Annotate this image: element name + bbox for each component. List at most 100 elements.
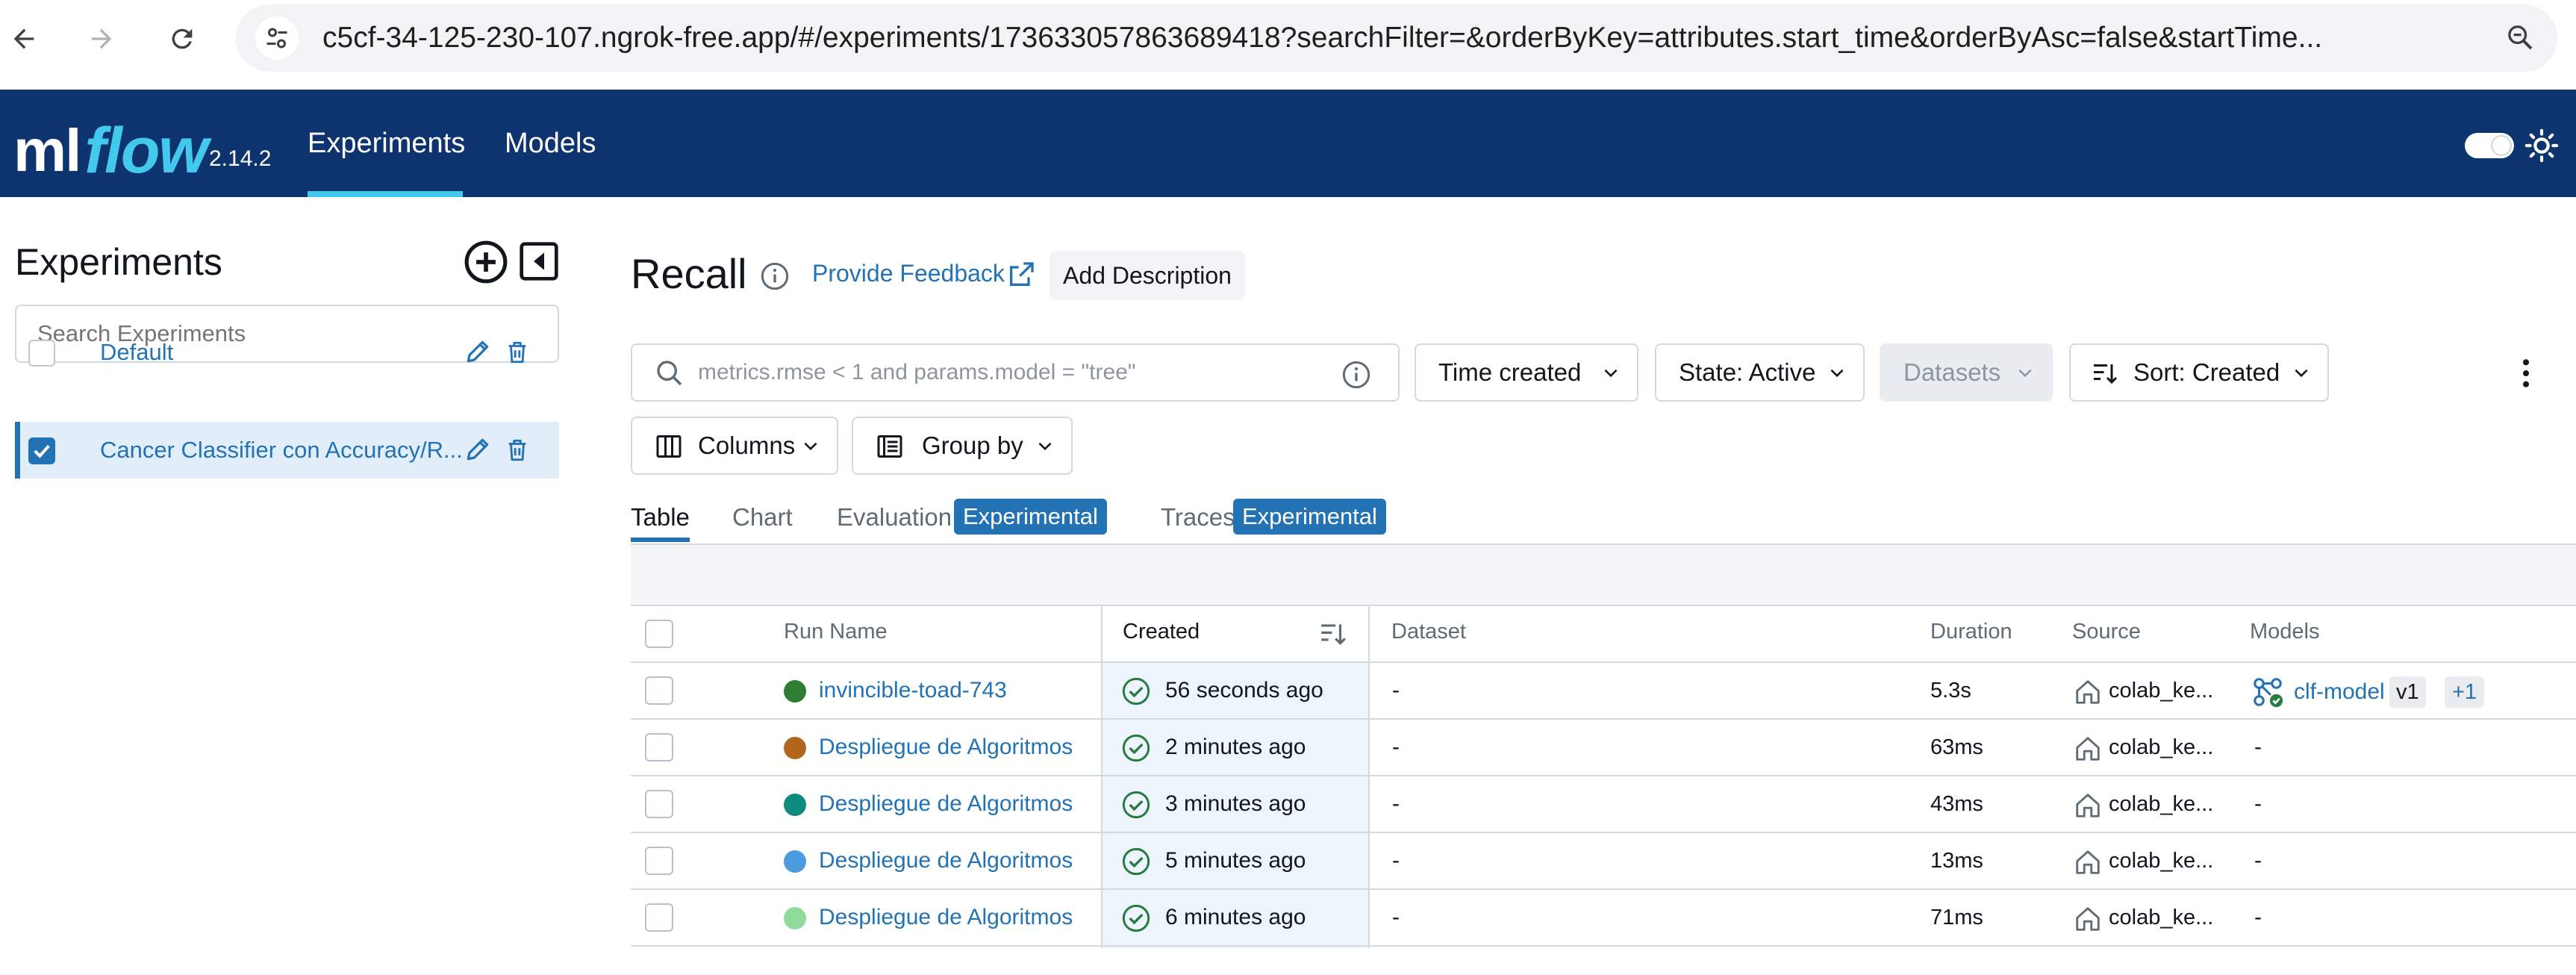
add-description-button[interactable]: Add Description [1050,251,1245,300]
info-icon[interactable] [760,261,790,291]
duration-value: 43ms [1930,792,1983,816]
table-row[interactable]: Despliegue de Algoritmos 6 minutes ago -… [631,890,2576,947]
table-row[interactable]: Despliegue de Algoritmos 3 minutes ago -… [631,776,2576,833]
create-experiment-icon[interactable] [463,239,509,285]
address-bar[interactable]: c5cf-34-125-230-107.ngrok-free.app/#/exp… [236,4,2557,72]
time-created-dropdown[interactable]: Time created [1415,343,1638,402]
group-by-label: Group by [922,432,1023,459]
created-time: 3 minutes ago [1165,791,1306,816]
info-icon[interactable] [1341,360,1371,390]
models-value: - [2254,735,2262,759]
experiment-item-default[interactable]: Default [15,324,559,381]
more-options-icon[interactable] [2513,357,2539,390]
source-value[interactable]: colab_ke... [2109,890,2213,945]
version-label: 2.14.2 [209,146,272,171]
row-checkbox[interactable] [645,790,673,818]
list-icon [877,435,902,458]
checkmark-icon [34,444,50,458]
column-header-source[interactable]: Source [2072,620,2141,644]
reload-button[interactable] [158,15,206,63]
column-header-dataset[interactable]: Dataset [1391,620,1466,644]
trash-icon[interactable] [505,437,530,464]
column-header-models[interactable]: Models [2250,620,2320,644]
run-name-link[interactable]: invincible-toad-743 [819,663,1007,718]
select-all-checkbox[interactable] [645,620,673,648]
row-checkbox[interactable] [645,676,673,705]
experiment-checkbox[interactable] [28,340,55,367]
dark-mode-toggle[interactable] [2465,133,2514,158]
table-row[interactable]: Despliegue de Algoritmos 5 minutes ago -… [631,833,2576,890]
models-value: - [2254,848,2262,873]
run-name-link[interactable]: Despliegue de Algoritmos [819,776,1073,832]
sort-dropdown[interactable]: Sort: Created [2069,343,2329,402]
notebook-source-icon [2076,850,2100,874]
check-circle-icon [1122,734,1150,762]
row-checkbox[interactable] [645,847,673,875]
sort-label: Sort: Created [2133,358,2280,386]
notebook-source-icon [2076,680,2100,704]
tab-traces[interactable]: Traces [1161,499,1235,541]
datasets-dropdown[interactable]: Datasets [1880,343,2053,402]
run-name-link[interactable]: Despliegue de Algoritmos [819,833,1073,888]
table-row[interactable]: Despliegue de Algoritmos 2 minutes ago -… [631,720,2576,776]
notebook-source-icon [2076,794,2100,817]
app-header: ml flow 2.14.2 Experiments Models [0,90,2576,197]
table-row[interactable]: invincible-toad-743 56 seconds ago - 5.3… [631,663,2576,720]
url-text[interactable]: c5cf-34-125-230-107.ngrok-free.app/#/exp… [322,4,2510,72]
run-search-input[interactable]: metrics.rmse < 1 and params.model = "tre… [631,343,1400,402]
source-value[interactable]: colab_ke... [2109,833,2213,888]
mlflow-logo[interactable]: ml flow [13,106,208,187]
nav-models[interactable]: Models [505,90,596,197]
trash-icon[interactable] [505,339,530,366]
source-value[interactable]: colab_ke... [2109,776,2213,832]
notebook-source-icon [2076,737,2100,761]
group-by-dropdown[interactable]: Group by [852,417,1073,475]
row-checkbox[interactable] [645,903,673,932]
tab-evaluation[interactable]: Evaluation [837,499,952,541]
external-link-icon[interactable] [1006,260,1036,290]
tab-table[interactable]: Table [631,499,690,542]
provide-feedback-link[interactable]: Provide Feedback [812,260,1005,287]
run-color-dot [784,680,806,703]
run-name-link[interactable]: Despliegue de Algoritmos [819,720,1073,775]
pencil-icon[interactable] [464,435,492,464]
column-header-run-name[interactable]: Run Name [784,620,888,644]
sort-descending-icon[interactable] [1318,620,1348,648]
run-color-dot [784,737,806,759]
row-checkbox[interactable] [645,733,673,761]
tune-icon [266,28,287,49]
experimental-badge: Experimental [1233,499,1386,535]
site-settings-button[interactable] [255,16,299,60]
pencil-icon[interactable] [464,337,492,366]
collapse-sidebar-icon[interactable] [518,240,560,282]
run-color-dot [784,850,806,873]
columns-icon [656,435,682,458]
experiment-item-cancer-classifier[interactable]: Cancer Classifier con Accuracy/R... [15,422,559,479]
more-models-tag[interactable]: +1 [2445,676,2485,708]
forward-button[interactable] [78,15,125,63]
sun-icon[interactable] [2524,128,2559,163]
experiment-checkbox[interactable] [28,437,55,464]
arrow-right-icon [91,28,112,49]
duration-value: 71ms [1930,906,1983,929]
zoom-button[interactable] [2498,15,2542,60]
dataset-value: - [1392,678,1400,703]
duration-value: 5.3s [1930,679,1971,703]
page-title: Recall [631,250,747,297]
column-header-duration[interactable]: Duration [1930,620,2012,644]
chevron-down-icon [1830,369,1844,378]
run-name-link[interactable]: Despliegue de Algoritmos [819,890,1073,945]
columns-dropdown[interactable]: Columns [631,417,838,475]
experiment-name[interactable]: Default [100,324,473,381]
nav-experiments[interactable]: Experiments [308,90,465,197]
tab-chart[interactable]: Chart [732,499,793,541]
logo-flow: flow [84,115,208,187]
model-icon [2254,678,2283,708]
model-link[interactable]: clf-model [2294,663,2385,721]
experiment-name[interactable]: Cancer Classifier con Accuracy/R... [100,422,473,479]
source-value[interactable]: colab_ke... [2109,720,2213,775]
back-button[interactable] [0,15,48,63]
state-dropdown[interactable]: State: Active [1655,343,1865,402]
source-value[interactable]: colab_ke... [2109,663,2213,718]
column-header-created[interactable]: Created [1123,620,1200,644]
